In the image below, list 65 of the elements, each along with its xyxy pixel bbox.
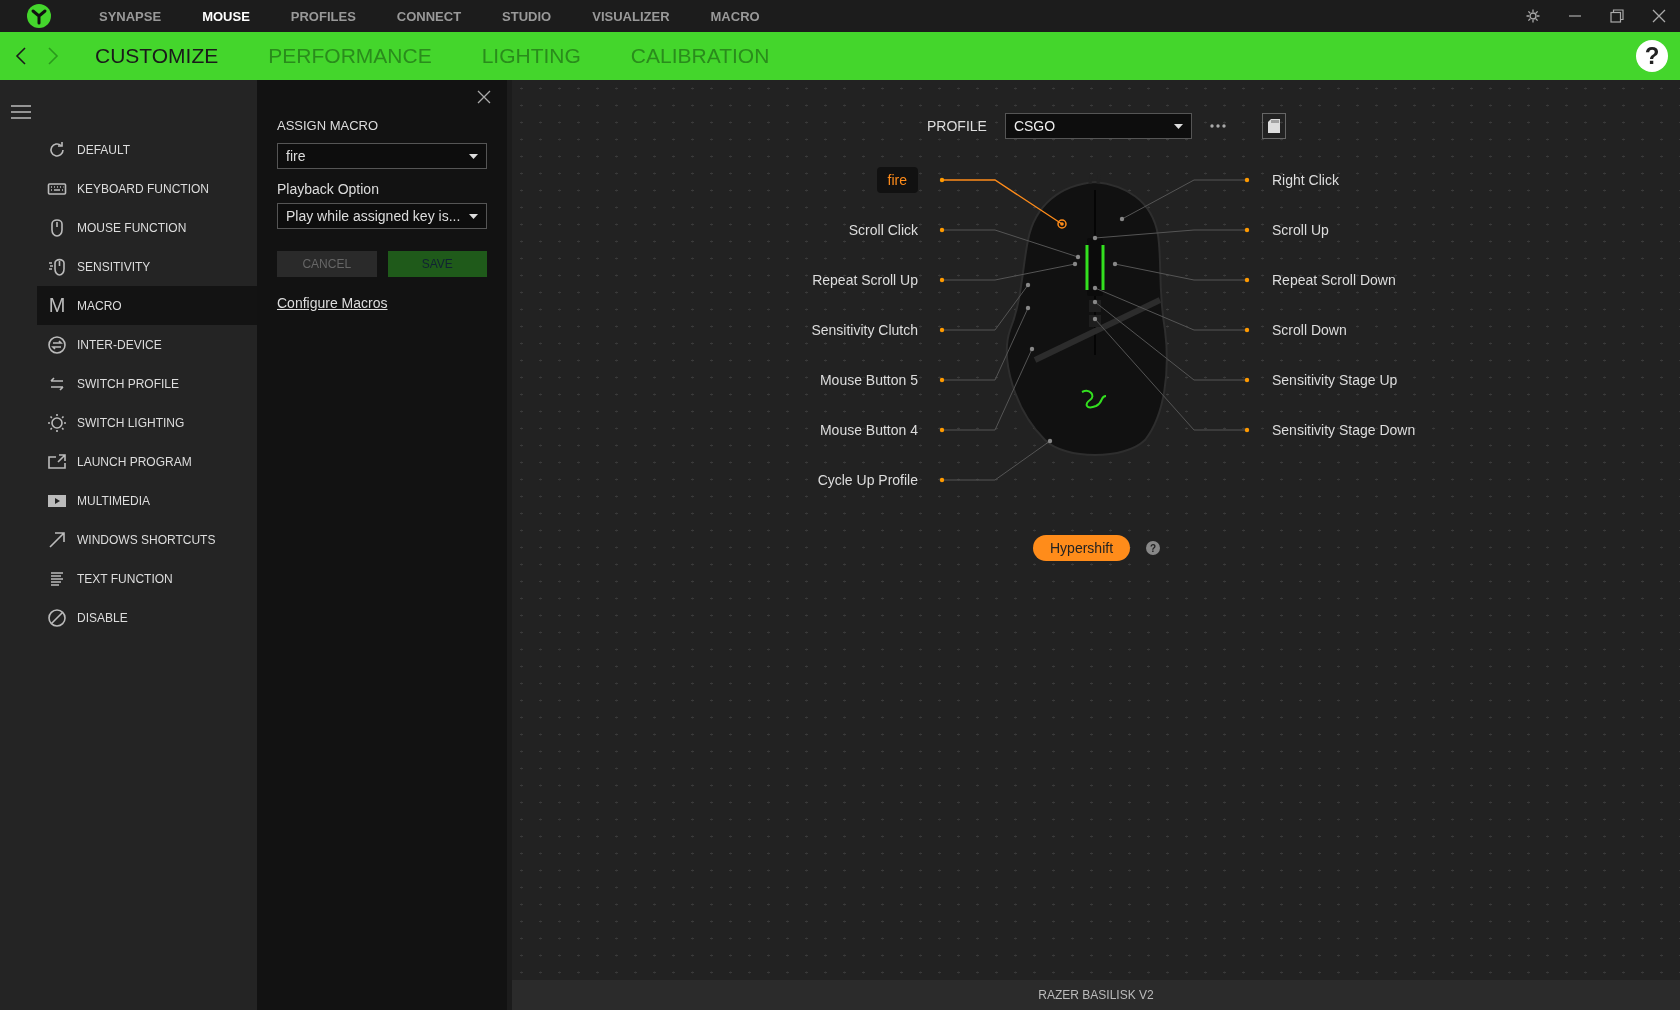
close-icon[interactable] — [477, 90, 491, 104]
sidebar-item[interactable]: DISABLE — [77, 610, 128, 625]
disable-icon — [47, 607, 67, 628]
more-icon[interactable] — [1209, 124, 1226, 128]
refresh-icon — [47, 139, 67, 160]
nav-tab[interactable]: MOUSE — [202, 8, 250, 24]
macro-dropdown[interactable]: fire — [277, 143, 487, 169]
sidebar-item[interactable]: SWITCH PROFILE — [77, 376, 179, 391]
nav-tab[interactable]: STUDIO — [502, 8, 552, 24]
nav-tab[interactable]: PROFILES — [290, 8, 356, 24]
button-assignment[interactable]: Repeat Scroll Up — [812, 267, 918, 293]
caret-icon — [1173, 123, 1183, 129]
macro-letter-icon: M — [47, 294, 67, 317]
sidebar-item[interactable]: TEXT FUNCTION — [77, 571, 173, 586]
button-assignment[interactable]: fire — [876, 167, 918, 193]
playback-dropdown[interactable]: Play while assigned key is... — [277, 203, 487, 229]
panel-title: ASSIGN MACRO — [277, 118, 380, 133]
restore-icon[interactable] — [1610, 9, 1624, 23]
field-label: Playback Option — [277, 181, 380, 197]
sidebar-item[interactable]: LAUNCH PROGRAM — [77, 454, 192, 469]
sidebar-item[interactable]: INTER-DEVICE — [77, 337, 162, 352]
close-icon[interactable] — [1652, 9, 1666, 23]
nav-tab[interactable]: VISUALIZER — [592, 8, 670, 24]
sidebar-item[interactable]: MULTIMEDIA — [77, 493, 151, 508]
button-assignment[interactable]: Sensitivity Clutch — [811, 317, 918, 343]
sidebar-item[interactable]: MACRO — [77, 298, 122, 313]
profile-dropdown[interactable]: CSGO — [1004, 113, 1192, 139]
sidebar-item[interactable]: SENSITIVITY — [77, 259, 151, 274]
inter-device-icon — [47, 334, 67, 355]
configure-macros-link[interactable]: Configure Macros — [277, 295, 487, 311]
sidebar-item[interactable]: WINDOWS SHORTCUTS — [77, 532, 216, 547]
section-tab[interactable]: CUSTOMIZE — [95, 44, 219, 68]
button-assignment[interactable]: Cycle Up Profile — [817, 467, 918, 493]
launch-icon — [47, 451, 67, 472]
button-assignment[interactable]: Right Click — [1272, 167, 1339, 193]
sidebar-item[interactable]: DEFAULT — [77, 142, 131, 157]
profile-label: PROFILE — [927, 118, 987, 134]
nav-tab[interactable]: MACRO — [710, 8, 760, 24]
memory-card-button[interactable] — [1261, 113, 1286, 139]
button-assignment[interactable]: Mouse Button 4 — [819, 417, 918, 443]
button-assignment[interactable]: Scroll Up — [1272, 217, 1329, 243]
hypershift-button[interactable]: Hypershift — [1033, 535, 1131, 561]
button-assignment[interactable]: Scroll Down — [1272, 317, 1347, 343]
caret-icon — [469, 213, 478, 219]
button-assignment[interactable]: Scroll Click — [848, 217, 918, 243]
help-button[interactable]: ? — [1146, 541, 1161, 555]
sidebar-item[interactable]: SWITCH LIGHTING — [77, 415, 185, 430]
sensitivity-icon — [47, 256, 67, 277]
menu-icon[interactable] — [11, 104, 31, 120]
memory-card-icon — [1267, 119, 1280, 133]
diagonal-arrow-icon — [47, 529, 67, 550]
nav-tab[interactable]: SYNAPSE — [99, 8, 162, 24]
settings-icon[interactable] — [1526, 9, 1540, 23]
sidebar-item[interactable]: MOUSE FUNCTION — [77, 220, 187, 235]
button-assignment[interactable]: Repeat Scroll Down — [1272, 267, 1396, 293]
caret-icon — [469, 153, 478, 159]
help-button[interactable]: ? — [1636, 40, 1668, 72]
sun-icon — [47, 412, 67, 433]
nav-tab[interactable]: CONNECT — [396, 8, 462, 24]
logo-icon[interactable] — [27, 4, 51, 28]
sidebar-item[interactable]: KEYBOARD FUNCTION — [77, 181, 209, 196]
button-assignment[interactable]: Mouse Button 5 — [819, 367, 918, 393]
button-assignment[interactable]: Sensitivity Stage Up — [1272, 367, 1398, 393]
button-assignment[interactable]: Sensitivity Stage Down — [1272, 417, 1416, 443]
status-bar: RAZER BASILISK V2 — [512, 980, 1680, 1010]
